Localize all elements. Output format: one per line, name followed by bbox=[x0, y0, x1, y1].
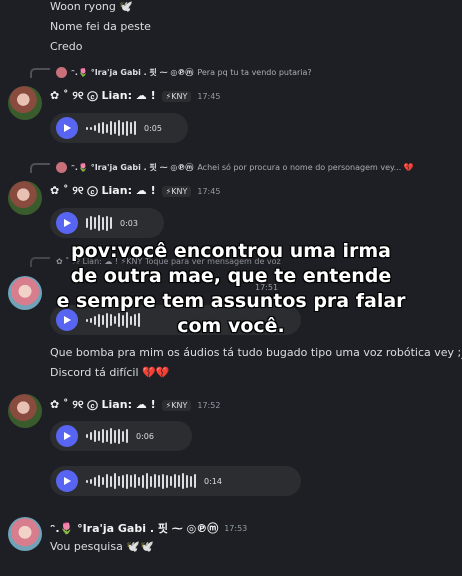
voice-duration: 0:06 bbox=[136, 431, 154, 441]
avatar[interactable] bbox=[8, 181, 42, 215]
waveform[interactable] bbox=[86, 120, 136, 136]
author-name[interactable]: ✿ ˚ ୨୧ ⓒ Lian: ☁ ! bbox=[50, 398, 156, 412]
reply-spine-icon bbox=[30, 162, 50, 173]
waveform[interactable] bbox=[86, 473, 196, 489]
voice-message: 0:14 bbox=[50, 466, 301, 496]
play-icon bbox=[64, 477, 71, 485]
reply-author: ᵔ.🌷 °Ira'ja Gabi . 핏 ⁓ ◎℗ⓜ bbox=[71, 163, 194, 172]
message-header: ✿ ˚ ୨୧ ⓒ Lian: ☁ ! ⚡KNY 17:45 bbox=[50, 184, 220, 198]
play-button[interactable] bbox=[56, 212, 78, 234]
reply-preview[interactable]: ᵔ.🌷 °Ira'ja Gabi . 핏 ⁓ ◎℗ⓜ Pera pq tu ta… bbox=[30, 67, 312, 78]
voice-duration: 0:03 bbox=[120, 218, 138, 228]
message-text: Nome fei da peste bbox=[50, 20, 151, 33]
author-name[interactable]: ᵔ.🌷 °Ira'ja Gabi . 핏 ⁓ ◎℗ⓜ bbox=[50, 520, 218, 536]
timestamp: 17:45 bbox=[197, 91, 221, 101]
play-icon bbox=[64, 219, 71, 227]
avatar[interactable] bbox=[8, 394, 42, 428]
play-button[interactable] bbox=[56, 117, 78, 139]
waveform[interactable] bbox=[86, 215, 112, 231]
play-icon bbox=[64, 432, 71, 440]
voice-duration: 0:14 bbox=[204, 476, 222, 486]
reply-spine-icon bbox=[30, 67, 50, 78]
message-header: ᵔ.🌷 °Ira'ja Gabi . 핏 ⁓ ◎℗ⓜ 17:53 bbox=[50, 520, 247, 536]
voice-duration: 0:05 bbox=[144, 123, 162, 133]
overlay-caption-line: com você. bbox=[177, 315, 285, 337]
message-text: Woon ryong 🕊️ bbox=[50, 0, 134, 13]
reply-author: ᵔ.🌷 °Ira'ja Gabi . 핏 ⁓ ◎℗ⓜ bbox=[71, 68, 194, 77]
author-name[interactable]: ✿ ˚ ୨୧ ⓒ Lian: ☁ ! bbox=[50, 89, 156, 103]
voice-message: 0:03 bbox=[50, 208, 164, 238]
avatar[interactable] bbox=[8, 517, 42, 551]
play-button[interactable] bbox=[56, 470, 78, 492]
voice-message: 0:05 bbox=[50, 113, 188, 143]
server-tag[interactable]: ⚡KNY bbox=[161, 185, 192, 197]
timestamp: 17:52 bbox=[197, 400, 221, 410]
message-text: Vou pesquisa 🕊️🕊️ bbox=[50, 540, 154, 553]
overlay-caption-line: e sempre tem assuntos pra falar bbox=[56, 290, 406, 312]
server-tag[interactable]: ⚡KNY bbox=[161, 90, 192, 102]
timestamp: 17:53 bbox=[224, 523, 248, 533]
play-button[interactable] bbox=[56, 425, 78, 447]
message-text: Discord tá difícil 💔💔 bbox=[50, 366, 170, 379]
author-name[interactable]: ✿ ˚ ୨୧ ⓒ Lian: ☁ ! bbox=[50, 184, 156, 198]
play-icon bbox=[64, 124, 71, 132]
message-header: ✿ ˚ ୨୧ ⓒ Lian: ☁ ! ⚡KNY 17:45 bbox=[50, 89, 220, 103]
timestamp: 17:45 bbox=[197, 186, 221, 196]
server-tag[interactable]: ⚡KNY bbox=[161, 399, 192, 411]
reply-text: Pera pq tu ta vendo putaria? bbox=[197, 68, 312, 77]
avatar[interactable] bbox=[8, 86, 42, 120]
reply-avatar bbox=[56, 162, 67, 173]
overlay-caption-line: de outra mae, que te entende bbox=[70, 265, 392, 287]
message-text: Que bomba pra mim os áudios tá tudo buga… bbox=[50, 346, 462, 359]
voice-message: 0:06 bbox=[50, 421, 192, 451]
reply-preview[interactable]: ᵔ.🌷 °Ira'ja Gabi . 핏 ⁓ ◎℗ⓜ Achei só por … bbox=[30, 162, 414, 173]
waveform[interactable] bbox=[86, 428, 128, 444]
message-header: ✿ ˚ ୨୧ ⓒ Lian: ☁ ! ⚡KNY 17:52 bbox=[50, 398, 220, 412]
reply-avatar bbox=[56, 67, 67, 78]
overlay-caption-line: pov:você encontrou uma irma bbox=[70, 240, 391, 262]
reply-text: Achei só por procura o nome do personage… bbox=[197, 163, 414, 172]
message-text: Credo bbox=[50, 40, 83, 53]
